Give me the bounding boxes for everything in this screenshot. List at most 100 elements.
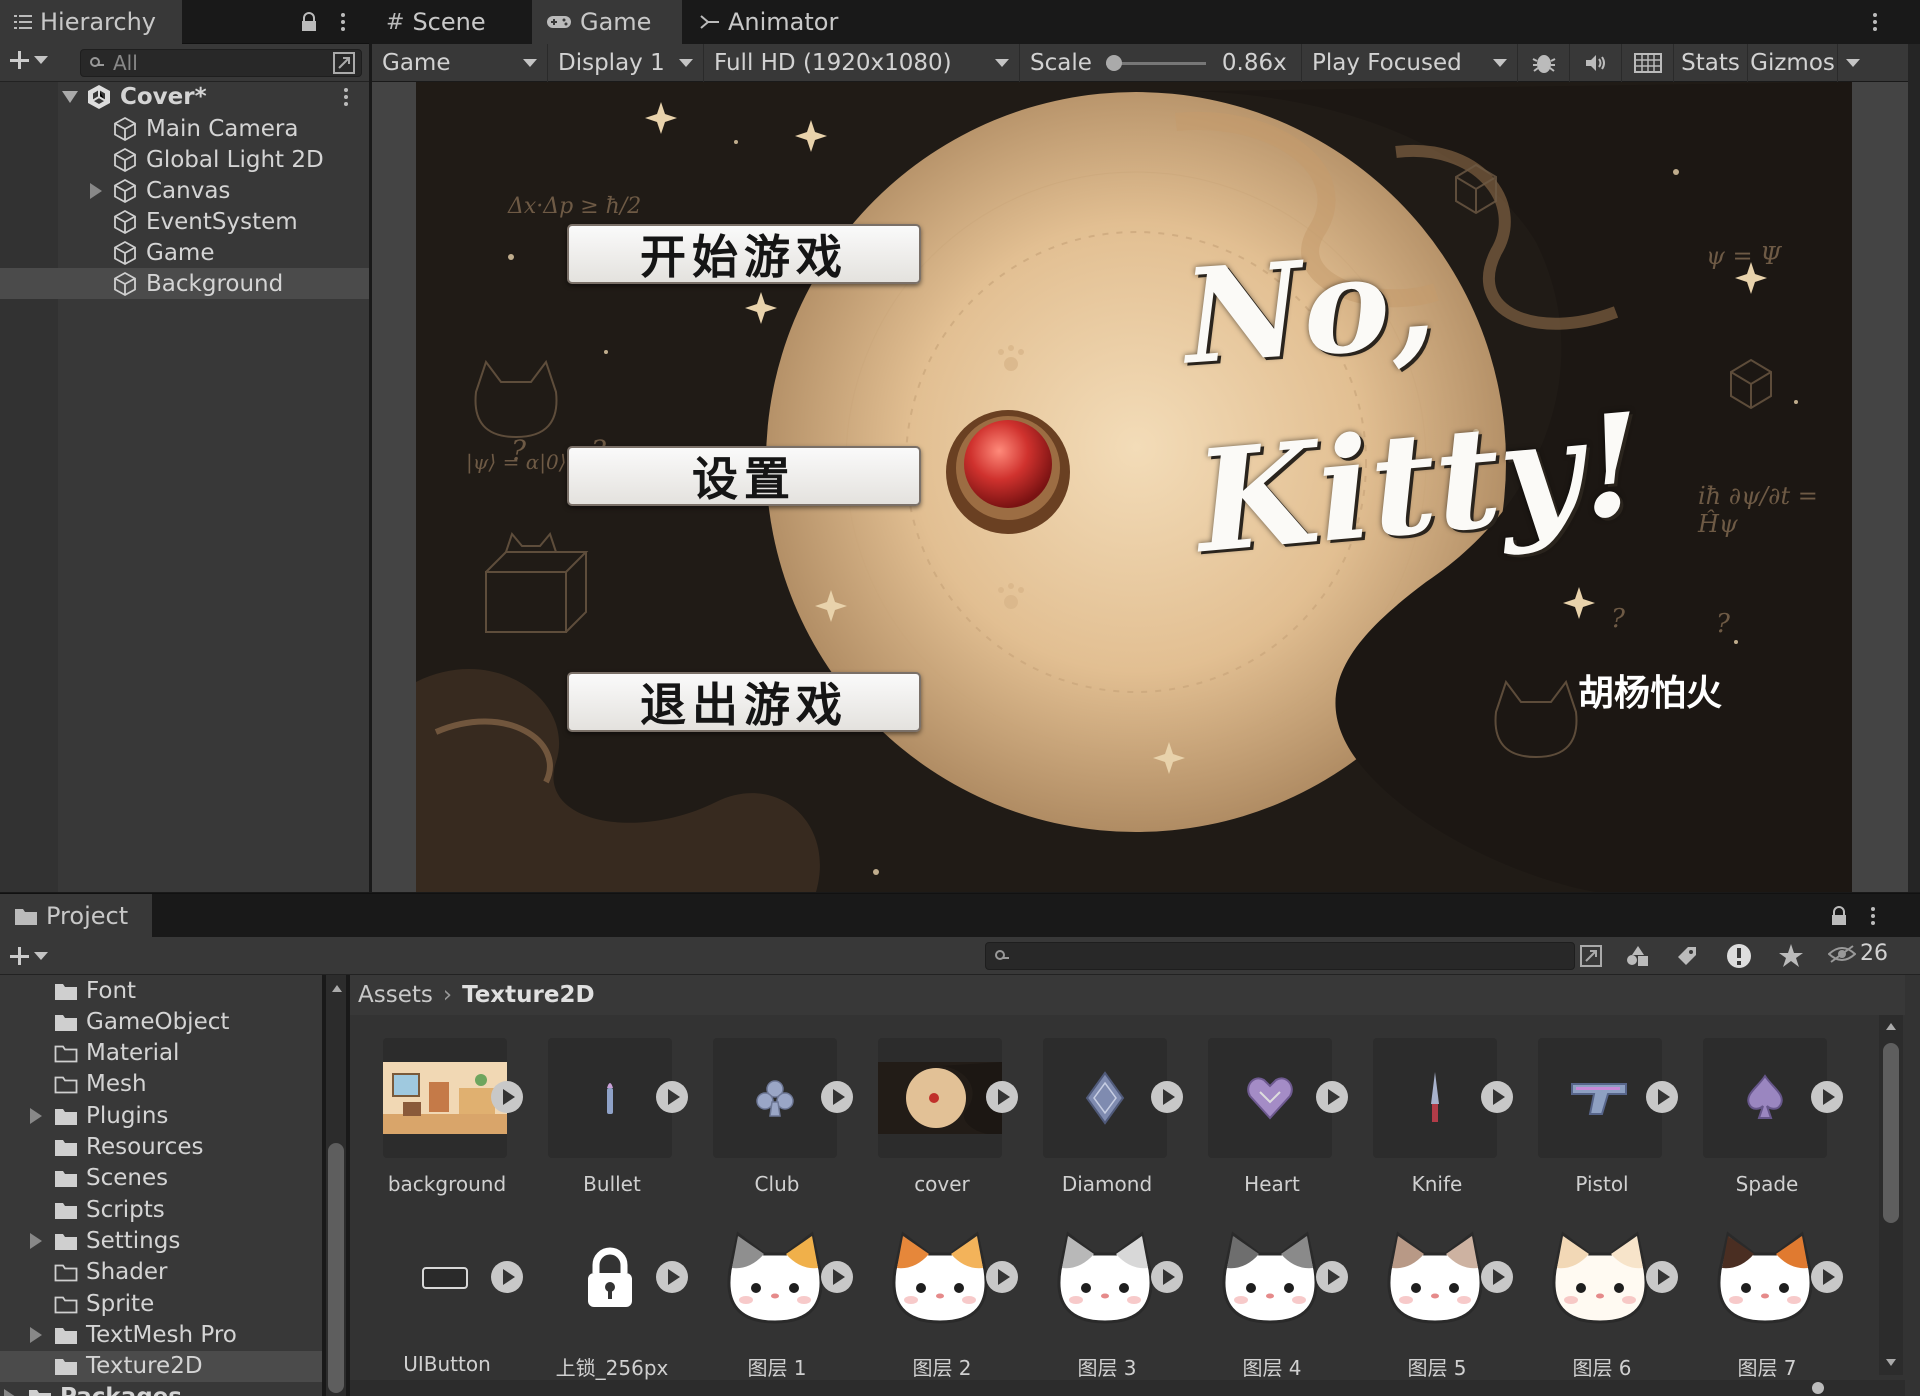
play-icon[interactable]: [986, 1261, 1018, 1293]
expand-arrow-icon[interactable]: [90, 182, 102, 199]
breadcrumb-assets[interactable]: Assets: [358, 982, 433, 1008]
scale-slider[interactable]: [1105, 54, 1206, 71]
project-folder-item[interactable]: Texture2D: [0, 1350, 322, 1382]
asset-item[interactable]: 图层 6: [1522, 1206, 1682, 1380]
tab-animator[interactable]: Animator: [686, 0, 856, 44]
lock-icon[interactable]: [300, 12, 318, 32]
asset-grid-horizontal-scrollbar[interactable]: [350, 1380, 1905, 1396]
debug-toggle[interactable]: [1518, 43, 1570, 82]
resolution-dropdown[interactable]: Full HD (1920x1080): [704, 43, 1020, 82]
project-folder-item[interactable]: Settings: [0, 1225, 322, 1256]
kebab-menu-icon[interactable]: [340, 12, 346, 32]
asset-item[interactable]: 图层 3: [1027, 1206, 1187, 1380]
project-folder-item[interactable]: Mesh: [0, 1069, 322, 1100]
project-folder-item[interactable]: GameObject: [0, 1006, 322, 1037]
hierarchy-item[interactable]: Canvas: [0, 175, 369, 206]
favorite-star-icon[interactable]: [1778, 943, 1804, 969]
tab-project[interactable]: Project: [0, 893, 152, 938]
asset-item[interactable]: 图层 5: [1357, 1206, 1517, 1380]
gizmos-dropdown[interactable]: [1838, 44, 1868, 82]
lock-icon[interactable]: [1830, 906, 1848, 926]
asset-item[interactable]: Diamond: [1027, 1026, 1187, 1196]
play-icon[interactable]: [1646, 1081, 1678, 1113]
scale-slider-handle[interactable]: [1105, 54, 1122, 71]
play-icon[interactable]: [1151, 1081, 1183, 1113]
play-icon[interactable]: [1811, 1081, 1843, 1113]
project-folder-item[interactable]: Scripts: [0, 1194, 322, 1225]
play-icon[interactable]: [656, 1081, 688, 1113]
project-folder-item[interactable]: TextMesh Pro: [0, 1319, 322, 1350]
project-folder-item[interactable]: Sprite: [0, 1288, 322, 1319]
folder-tree-scrollbar[interactable]: [326, 975, 346, 1396]
display-dropdown[interactable]: Display 1: [548, 43, 704, 82]
asset-item[interactable]: Knife: [1357, 1026, 1517, 1196]
tab-game[interactable]: Game: [532, 0, 682, 44]
play-icon[interactable]: [1811, 1261, 1843, 1293]
play-icon[interactable]: [491, 1261, 523, 1293]
gizmos-button[interactable]: Gizmos: [1748, 43, 1838, 82]
project-folder-item[interactable]: Scenes: [0, 1163, 322, 1194]
game-menu-icon[interactable]: [1872, 12, 1878, 32]
scene-menu-icon[interactable]: [343, 87, 349, 107]
play-mode-dropdown[interactable]: Play Focused: [1302, 43, 1518, 82]
breadcrumb-texture2d[interactable]: Texture2D: [462, 982, 594, 1008]
hierarchy-item[interactable]: Global Light 2D: [0, 144, 369, 175]
asset-item[interactable]: Heart: [1192, 1026, 1352, 1196]
hierarchy-item[interactable]: EventSystem: [0, 206, 369, 237]
project-folder-item[interactable]: Plugins: [0, 1100, 322, 1131]
quit-game-button[interactable]: 退出游戏: [567, 672, 921, 732]
asset-item[interactable]: 图层 2: [862, 1206, 1022, 1380]
stats-button[interactable]: Stats: [1674, 43, 1748, 82]
play-icon[interactable]: [1316, 1261, 1348, 1293]
play-icon[interactable]: [656, 1261, 688, 1293]
asset-item[interactable]: 图层 4: [1192, 1206, 1352, 1380]
play-icon[interactable]: [1316, 1081, 1348, 1113]
asset-item[interactable]: background: [367, 1026, 527, 1196]
play-icon[interactable]: [1481, 1081, 1513, 1113]
play-icon[interactable]: [1481, 1261, 1513, 1293]
expand-arrow-icon[interactable]: [30, 1232, 42, 1249]
asset-item[interactable]: cover: [862, 1026, 1022, 1196]
hierarchy-item[interactable]: Main Camera: [0, 113, 369, 144]
project-folder-item[interactable]: Packages: [0, 1382, 322, 1396]
asset-item[interactable]: Spade: [1687, 1026, 1847, 1196]
hidden-packages-toggle[interactable]: 26: [1828, 941, 1888, 966]
tab-hierarchy[interactable]: Hierarchy: [0, 0, 182, 44]
project-folder-item[interactable]: Shader: [0, 1257, 322, 1288]
asset-item[interactable]: Pistol: [1522, 1026, 1682, 1196]
warning-filter-icon[interactable]: [1726, 943, 1752, 969]
scene-row[interactable]: Cover*: [0, 81, 369, 112]
play-icon[interactable]: [821, 1261, 853, 1293]
expand-arrow-icon[interactable]: [62, 90, 78, 103]
asset-item[interactable]: 上锁_256px: [532, 1206, 692, 1380]
asset-item[interactable]: Club: [697, 1026, 857, 1196]
hierarchy-item[interactable]: Background: [0, 268, 369, 299]
asset-item[interactable]: 图层 1: [697, 1206, 857, 1380]
create-asset-button[interactable]: [8, 945, 48, 967]
project-folder-item[interactable]: Font: [0, 975, 322, 1006]
expand-arrow-icon[interactable]: [4, 1389, 16, 1396]
play-icon[interactable]: [821, 1081, 853, 1113]
mute-toggle[interactable]: [1570, 43, 1622, 82]
asset-grid-scrollbar[interactable]: [1879, 1015, 1903, 1375]
expand-arrow-icon[interactable]: [30, 1326, 42, 1343]
add-object-button[interactable]: [8, 49, 48, 71]
play-icon[interactable]: [491, 1081, 523, 1113]
project-folder-item[interactable]: Material: [0, 1038, 322, 1069]
settings-button[interactable]: 设置: [567, 446, 921, 506]
aspect-toggle[interactable]: [1622, 43, 1674, 82]
filter-label-icon[interactable]: [1676, 945, 1698, 967]
view-mode-dropdown[interactable]: Game: [372, 43, 548, 82]
play-icon[interactable]: [986, 1081, 1018, 1113]
play-icon[interactable]: [1151, 1261, 1183, 1293]
search-mode-icon[interactable]: [333, 52, 355, 74]
filter-type-icon[interactable]: [1626, 945, 1650, 967]
project-folder-item[interactable]: Resources: [0, 1132, 322, 1163]
play-icon[interactable]: [1646, 1261, 1678, 1293]
asset-item[interactable]: 图层 7: [1687, 1206, 1847, 1380]
asset-item[interactable]: Bullet: [532, 1026, 692, 1196]
game-render[interactable]: ? ? ? ? Δx·Δp ≥ ħ/2 ψ = Ψ |ψ⟩ = α|0⟩ iħ …: [416, 82, 1852, 892]
hierarchy-search-input[interactable]: All: [80, 49, 362, 77]
search-mode-icon[interactable]: [1580, 945, 1602, 967]
tab-scene[interactable]: # Scene: [372, 0, 522, 44]
